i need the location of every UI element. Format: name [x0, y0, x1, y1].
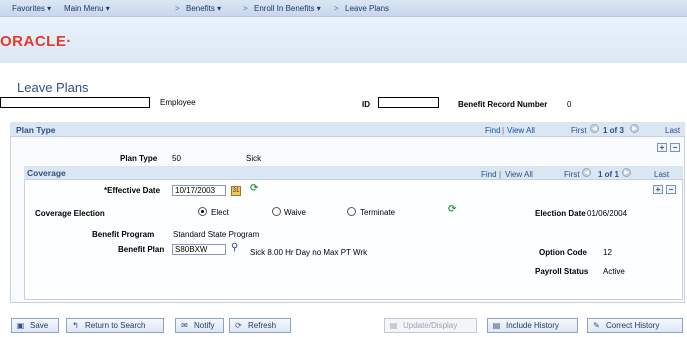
plan-type-last-label[interactable]: Last [665, 126, 680, 135]
plan-type-delete-row-button[interactable]: − [670, 143, 680, 152]
coverage-header: Coverage Find | View All First ◀ 1 of 1 … [24, 166, 683, 180]
plan-type-view-all-link[interactable]: View All [507, 126, 535, 135]
coverage-add-row-button[interactable]: + [653, 185, 663, 194]
coverage-section-title: Coverage [27, 168, 66, 178]
terminate-radio-label[interactable]: Terminate [360, 208, 395, 217]
benefit-record-number-label: Benefit Record Number [458, 100, 548, 109]
breadcrumb-benefits[interactable]: Benefits ▾ [186, 4, 221, 13]
correct-history-icon: ✎ [593, 321, 600, 330]
plan-type-prev-icon[interactable]: ◀ [590, 124, 599, 133]
elect-radio-label[interactable]: Elect [211, 208, 229, 217]
correct-history-label: Correct History [606, 321, 660, 330]
coverage-next-icon[interactable]: ▶ [622, 168, 631, 177]
option-code-value: 12 [603, 248, 612, 257]
coverage-prev-icon[interactable]: ◀ [582, 168, 591, 177]
refresh-icon[interactable]: ⟳ [448, 204, 456, 215]
breadcrumb-leave-plans[interactable]: Leave Plans [345, 4, 389, 13]
coverage-view-all-link[interactable]: View All [505, 170, 533, 179]
link-divider: | [499, 170, 502, 179]
main-menu[interactable]: Main Menu ▾ [64, 4, 110, 13]
plan-type-next-icon[interactable]: ▶ [630, 124, 639, 133]
refresh-icon: ⟳ [235, 321, 242, 330]
plan-type-code: 50 [172, 154, 181, 163]
magnifier-icon[interactable]: ⚲ [231, 242, 238, 253]
payroll-status-label: Payroll Status [535, 267, 589, 276]
plan-type-find-link[interactable]: Find [485, 126, 501, 135]
history-icon: ▤ [492, 321, 501, 330]
benefit-program-value: Standard State Program [173, 230, 260, 239]
breadcrumb-separator: > [334, 4, 339, 13]
benefit-plan-input[interactable]: S80BXW [172, 244, 226, 255]
coverage-find-link[interactable]: Find [481, 170, 497, 179]
breadcrumb-enroll-in-benefits[interactable]: Enroll In Benefits ▾ [254, 4, 321, 13]
notify-button-label: Notify [194, 321, 215, 330]
branding-banner: ORACLE· [0, 17, 687, 63]
effective-date-label: *Effective Date [104, 186, 161, 195]
page-title: Leave Plans [17, 80, 89, 95]
payroll-status-value: Active [603, 267, 625, 276]
save-button-label: Save [30, 321, 49, 330]
breadcrumb-separator: > [175, 4, 180, 13]
favorites-menu[interactable]: Favorites ▾ [12, 4, 51, 13]
update-display-label: Update/Display [403, 321, 458, 330]
coverage-first-label[interactable]: First [564, 170, 580, 179]
coverage-last-label[interactable]: Last [654, 170, 669, 179]
refresh-button[interactable]: ⟳ Refresh [229, 318, 291, 333]
option-code-label: Option Code [539, 248, 587, 257]
id-label: ID [362, 100, 370, 109]
employee-id-redacted [378, 97, 439, 108]
elect-radio[interactable] [198, 207, 207, 216]
benefit-plan-label: Benefit Plan [118, 245, 165, 254]
plan-type-add-row-button[interactable]: + [657, 143, 667, 152]
include-history-button[interactable]: ▤ Include History [487, 318, 578, 333]
oracle-logo: ORACLE· [0, 33, 72, 50]
election-date-value: 01/06/2004 [587, 209, 628, 218]
employee-name-redacted [0, 97, 150, 108]
return-icon: ↰ [72, 321, 79, 330]
link-divider: | [502, 126, 505, 135]
calendar-icon[interactable]: 31 [231, 186, 241, 196]
plan-type-header: Plan Type Find | View All First ◀ 1 of 3… [10, 122, 685, 137]
correct-history-button[interactable]: ✎ Correct History [587, 318, 683, 333]
plan-type-section-title: Plan Type [16, 125, 56, 135]
refresh-button-label: Refresh [248, 321, 277, 330]
coverage-row-counter: 1 of 1 [598, 170, 619, 179]
breadcrumb-separator: > [243, 4, 248, 13]
benefit-program-label: Benefit Program [92, 230, 155, 239]
benefit-record-number-value: 0 [567, 100, 572, 109]
save-button[interactable]: ▣ Save [11, 318, 59, 333]
top-navigation-bar: Favorites ▾ Main Menu ▾ > Benefits ▾ > E… [0, 0, 687, 17]
return-to-search-button[interactable]: ↰ Return to Search [66, 318, 164, 333]
plan-type-label: Plan Type [120, 154, 158, 163]
waive-radio-label[interactable]: Waive [284, 208, 306, 217]
terminate-radio[interactable] [347, 207, 356, 216]
return-to-search-label: Return to Search [85, 321, 146, 330]
plan-type-first-label[interactable]: First [571, 126, 587, 135]
envelope-icon: ✉ [181, 321, 188, 330]
include-history-label: Include History [506, 321, 559, 330]
update-display-button[interactable]: ▤ Update/Display [384, 318, 477, 333]
update-display-icon: ▤ [389, 321, 398, 330]
election-date-label: Election Date [535, 209, 586, 218]
refresh-icon[interactable]: ⟳ [250, 183, 258, 194]
coverage-election-label: Coverage Election [35, 209, 105, 218]
waive-radio[interactable] [272, 207, 281, 216]
plan-type-description: Sick [246, 154, 262, 163]
effective-date-input[interactable]: 10/17/2003 [172, 185, 226, 196]
save-icon: ▣ [16, 321, 25, 330]
employee-label: Employee [160, 98, 196, 107]
notify-button[interactable]: ✉ Notify [175, 318, 224, 333]
coverage-delete-row-button[interactable]: − [666, 185, 676, 194]
benefit-plan-description: Sick 8.00 Hr Day no Max PT Wrk [250, 248, 368, 257]
plan-type-row-counter: 1 of 3 [603, 126, 624, 135]
